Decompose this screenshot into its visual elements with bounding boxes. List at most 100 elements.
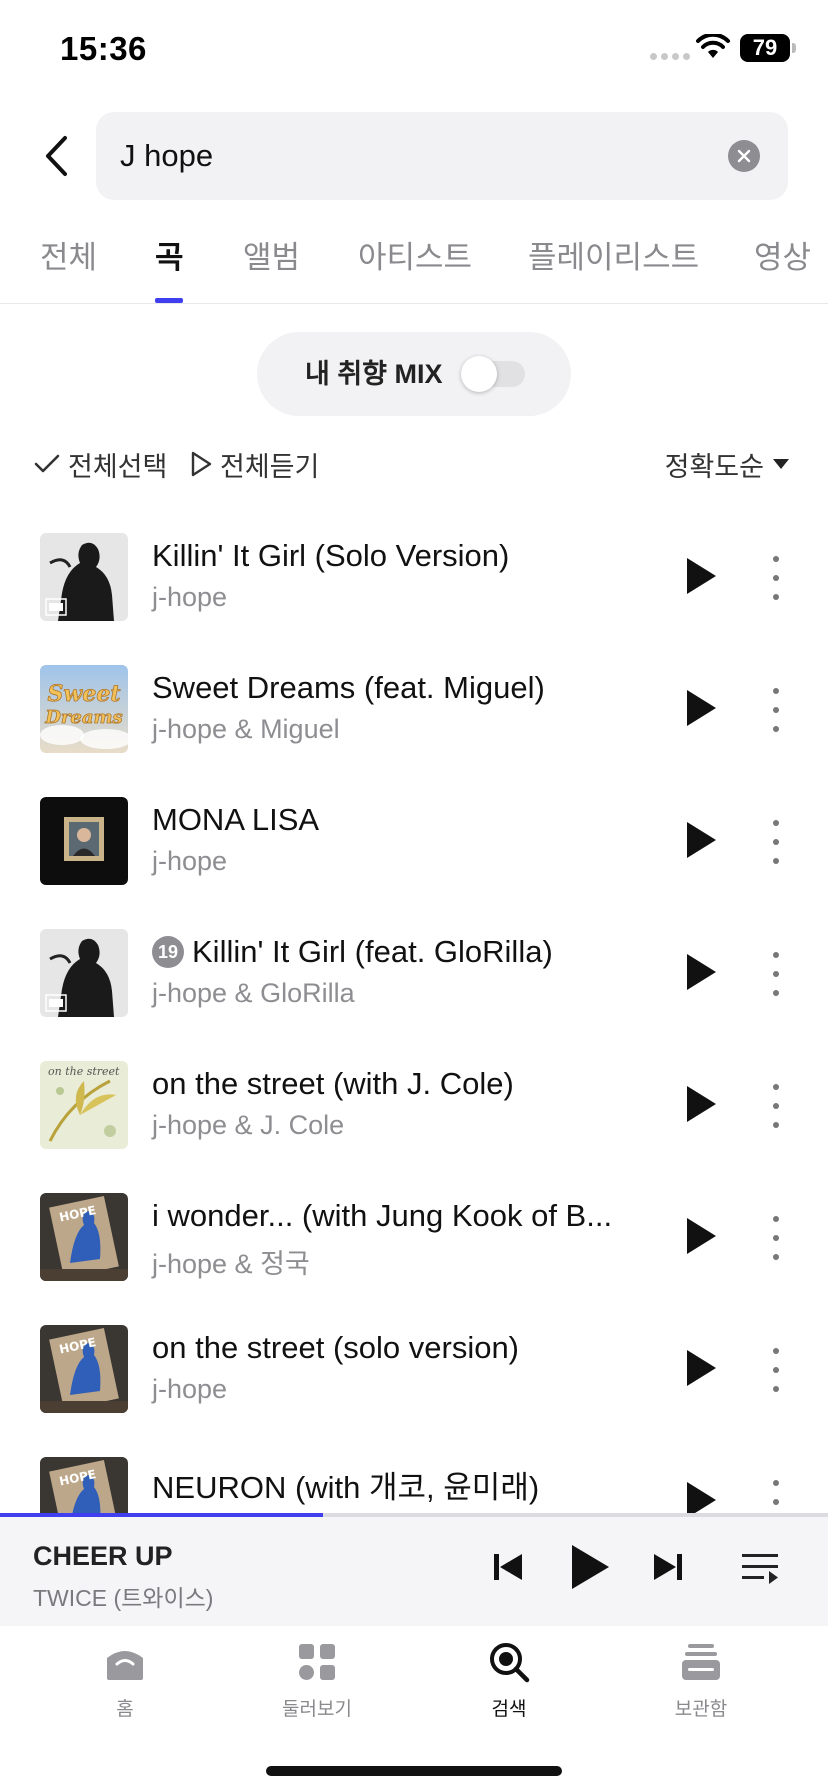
song-row[interactable]: HOPENEURON (with 개코, 윤미래)j-hope & 개코 & 윤… [0,1440,828,1514]
more-options-button[interactable] [760,948,792,1000]
play-icon [687,1086,716,1122]
nav-search[interactable]: 검색 [439,1640,579,1730]
album-cover[interactable] [40,797,128,885]
album-cover[interactable] [40,929,128,1017]
song-row[interactable]: 19 Killin' It Girl (feat. GloRilla) j-hope… [0,912,828,1044]
tab-albums[interactable]: 앨범 [243,232,300,304]
play-song-button[interactable] [684,1480,724,1514]
play-song-button[interactable] [684,1348,724,1392]
song-title-text: on the street (solo version) [152,1330,520,1365]
play-song-button[interactable] [684,1216,724,1260]
close-icon [737,149,751,163]
song-row[interactable]: on the street on the street (with J. Cole… [0,1044,828,1176]
tab-songs[interactable]: 곡 [155,232,184,304]
song-artist: j-hope & 정국 [152,1249,310,1279]
album-cover[interactable] [40,533,128,621]
back-button[interactable] [34,128,78,184]
album-cover[interactable]: HOPE [40,1193,128,1281]
select-all-button[interactable]: 전체선택 [34,440,167,488]
more-options-button[interactable] [760,684,792,736]
playback-progress-bar[interactable] [0,1513,828,1517]
play-song-button[interactable] [684,952,724,996]
nav-library[interactable]: 보관함 [631,1640,771,1730]
clear-search-button[interactable] [728,140,760,172]
mini-player[interactable]: CHEER UP TWICE (트와이스) [0,1513,828,1626]
more-options-button[interactable] [760,1344,792,1396]
taste-mix-switch[interactable] [461,356,525,392]
song-title: 19 Killin' It Girl (feat. GloRilla) [152,934,553,970]
skip-next-icon [654,1554,682,1580]
song-row[interactable]: Sweet Dreams Sweet Dreams (feat. Miguel) j-… [0,648,828,780]
play-icon [687,954,716,990]
nav-library-label: 보관함 [674,1699,728,1720]
now-playing-title: CHEER UP [33,1541,173,1571]
song-title: Killin' It Girl (Solo Version) [152,538,509,574]
select-all-label: 전체선택 [68,451,168,482]
play-all-button[interactable]: 전체듣기 [190,440,319,488]
song-title-text: i wonder... (with Jung Kook of B... [152,1198,613,1233]
play-icon [687,1482,716,1514]
next-track-button[interactable] [648,1545,688,1589]
play-button[interactable] [566,1539,614,1595]
caret-down-icon [773,459,789,469]
song-row[interactable]: Killin' It Girl (Solo Version) j-hope [0,516,828,648]
taste-mix-toggle[interactable]: 내 취향 MIX [257,332,571,416]
song-list: Killin' It Girl (Solo Version) j-hope Swee… [0,516,828,1514]
status-time: 15:36 [60,30,147,67]
play-icon [687,1350,716,1386]
category-tabs: 전체 곡 앨범 아티스트 플레이리스트 영상 [0,232,828,304]
svg-text:on the street: on the street [48,1065,120,1078]
tab-videos[interactable]: 영상 [754,232,811,304]
song-title-text: NEURON (with 개코, 윤미래) [152,1470,540,1505]
library-icon [679,1640,723,1684]
play-song-button[interactable] [684,1084,724,1128]
search-input[interactable]: J hope [96,112,788,200]
queue-button[interactable] [738,1545,782,1589]
song-title: i wonder... (with Jung Kook of B... [152,1198,612,1234]
nav-home[interactable]: 홈 [55,1640,195,1730]
tab-playlists[interactable]: 플레이리스트 [528,232,699,304]
song-title: on the street (with J. Cole) [152,1066,514,1102]
song-title: Sweet Dreams (feat. Miguel) [152,670,545,706]
more-options-button[interactable] [760,1080,792,1132]
album-cover[interactable]: HOPE [40,1457,128,1514]
playback-progress-fill [0,1513,323,1517]
battery-icon: 79 [740,34,790,62]
skip-previous-icon [494,1554,522,1580]
play-song-button[interactable] [684,820,724,864]
play-icon [687,558,716,594]
now-playing-artist: TWICE (트와이스) [33,1585,214,1611]
more-options-button[interactable] [760,552,792,604]
more-options-button[interactable] [760,816,792,868]
album-cover[interactable]: HOPE [40,1325,128,1413]
more-options-button[interactable] [760,1212,792,1264]
song-title-text: Killin' It Girl (Solo Version) [152,538,510,573]
search-query-text[interactable]: J hope [120,112,213,200]
play-all-label: 전체듣기 [220,451,320,482]
previous-track-button[interactable] [488,1545,528,1589]
song-title-text: Sweet Dreams (feat. Miguel) [152,670,545,705]
song-title: on the street (solo version) [152,1330,519,1366]
more-options-button[interactable] [760,1476,792,1514]
playlist-queue-icon [742,1554,778,1584]
play-song-button[interactable] [684,688,724,732]
tab-artists[interactable]: 아티스트 [358,232,472,304]
album-cover[interactable]: on the street [40,1061,128,1149]
nav-home-label: 홈 [116,1699,134,1720]
play-icon [687,822,716,858]
song-title-text: Killin' It Girl (feat. GloRilla) [192,934,553,969]
tab-all[interactable]: 전체 [40,232,97,304]
play-icon [687,1218,716,1254]
play-icon [687,690,716,726]
nav-browse[interactable]: 둘러보기 [247,1640,387,1730]
sort-dropdown[interactable]: 정확도순 [665,440,790,488]
album-cover[interactable]: Sweet Dreams [40,665,128,753]
bottom-navigation: 홈 둘러보기 검색 보관함 [0,1626,828,1792]
song-title: NEURON (with 개코, 윤미래) [152,1462,539,1507]
song-row[interactable]: HOPE i wonder... (with Jung Kook of B... j… [0,1176,828,1308]
song-title: MONA LISA [152,802,319,838]
song-title-text: MONA LISA [152,802,320,837]
song-row[interactable]: MONA LISA j-hope [0,780,828,912]
play-song-button[interactable] [684,556,724,600]
song-row[interactable]: HOPE on the street (solo version) j-hope [0,1308,828,1440]
